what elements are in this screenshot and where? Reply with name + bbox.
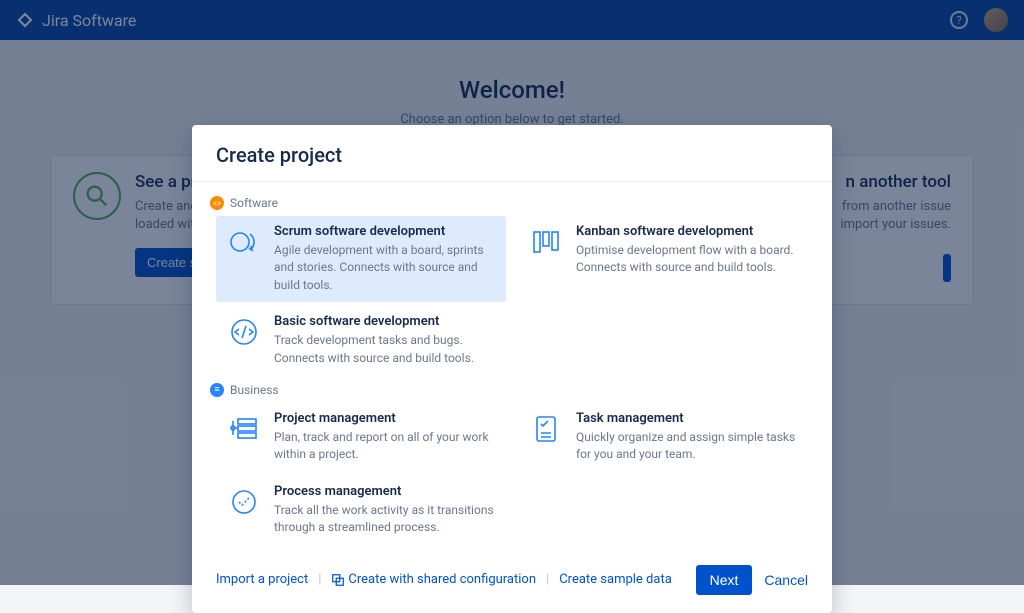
cancel-button[interactable]: Cancel bbox=[764, 572, 808, 588]
process-mgmt-icon bbox=[226, 484, 262, 520]
option-basic-title: Basic software development bbox=[274, 314, 496, 329]
option-task-title: Task management bbox=[576, 411, 798, 426]
modal-overlay: Create project <> Software Scrum softwar… bbox=[0, 0, 1024, 585]
modal-footer: Import a project | Create with shared co… bbox=[192, 549, 832, 613]
option-kanban[interactable]: Kanban software development Optimise dev… bbox=[518, 216, 808, 302]
option-scrum-title: Scrum software development bbox=[274, 224, 496, 239]
section-software: <> Software bbox=[210, 196, 808, 210]
kanban-icon bbox=[528, 224, 564, 260]
option-project-title: Project management bbox=[274, 411, 496, 426]
next-button[interactable]: Next bbox=[696, 565, 753, 595]
option-basic[interactable]: Basic software development Track develop… bbox=[216, 306, 506, 375]
option-kanban-desc: Optimise development flow with a board. … bbox=[576, 242, 798, 277]
option-project-mgmt[interactable]: Project management Plan, track and repor… bbox=[216, 403, 506, 472]
option-kanban-title: Kanban software development bbox=[576, 224, 798, 239]
option-process-title: Process management bbox=[274, 484, 496, 499]
option-process-mgmt[interactable]: Process management Track all the work ac… bbox=[216, 476, 506, 545]
task-mgmt-icon bbox=[528, 411, 564, 447]
business-chip-icon: ≡ bbox=[210, 383, 224, 397]
shared-config-icon bbox=[331, 573, 345, 587]
option-task-desc: Quickly organize and assign simple tasks… bbox=[576, 429, 798, 464]
option-scrum[interactable]: Scrum software development Agile develop… bbox=[216, 216, 506, 302]
option-process-desc: Track all the work activity as it transi… bbox=[274, 502, 496, 537]
modal-body: <> Software Scrum software development A… bbox=[192, 182, 832, 549]
section-business: ≡ Business bbox=[210, 383, 808, 397]
basic-dev-icon bbox=[226, 314, 262, 350]
scrum-icon bbox=[226, 224, 262, 260]
modal-title: Create project bbox=[216, 143, 808, 167]
software-chip-icon: <> bbox=[210, 196, 224, 210]
option-scrum-desc: Agile development with a board, sprints … bbox=[274, 242, 496, 294]
option-task-mgmt[interactable]: Task management Quickly organize and ass… bbox=[518, 403, 808, 472]
create-project-modal: Create project <> Software Scrum softwar… bbox=[192, 125, 832, 613]
option-basic-desc: Track development tasks and bugs. Connec… bbox=[274, 332, 496, 367]
project-mgmt-icon bbox=[226, 411, 262, 447]
modal-header: Create project bbox=[192, 125, 832, 182]
option-project-desc: Plan, track and report on all of your wo… bbox=[274, 429, 496, 464]
